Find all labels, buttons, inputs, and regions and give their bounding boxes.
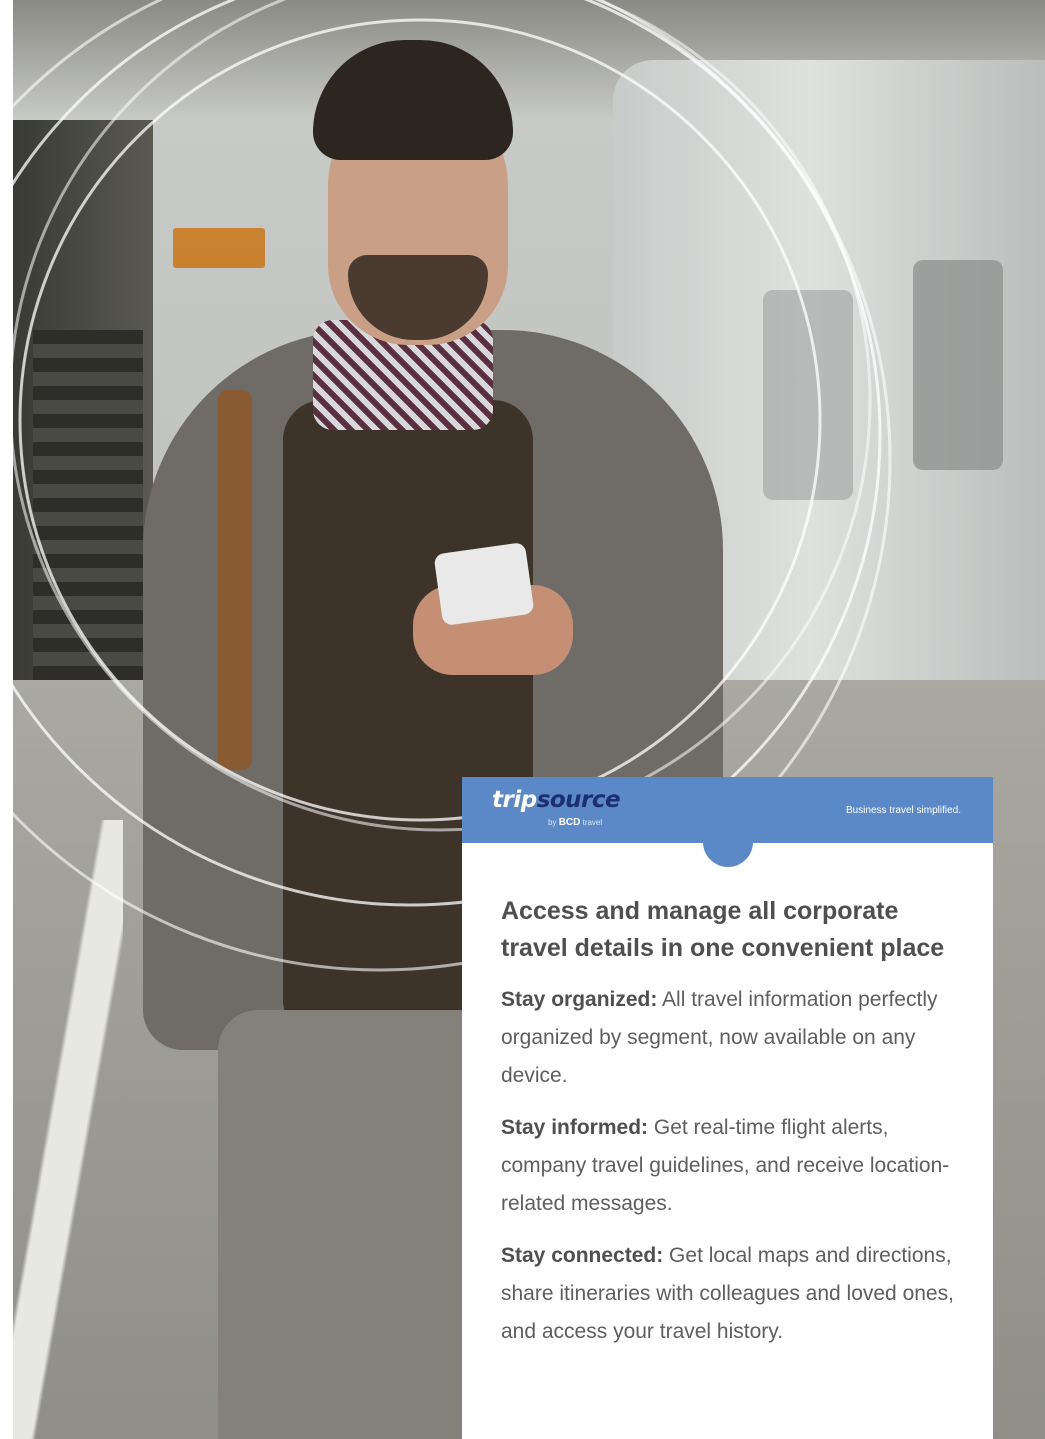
feature-lead: Stay organized: [501, 988, 658, 1011]
smartphone [433, 541, 535, 627]
feature-lead: Stay informed: [501, 1116, 649, 1139]
train-window [763, 290, 853, 500]
platform-line [13, 820, 123, 1439]
station-sign [173, 228, 265, 268]
tagline: Business travel simplified. [845, 805, 961, 816]
station-stairs [33, 330, 143, 690]
logo-trip-text: trip [492, 787, 537, 813]
feature-stay-informed: Stay informed: Get real-time flight aler… [501, 1109, 971, 1223]
bag-strap [218, 390, 252, 770]
promo-card: tripsource by BCD travel Business travel… [462, 777, 993, 1439]
page: tripsource by BCD travel Business travel… [0, 0, 1045, 1439]
feature-stay-connected: Stay connected: Get local maps and direc… [501, 1237, 971, 1351]
logo-bcd-text: BCD [558, 817, 581, 828]
train-window [913, 260, 1003, 470]
card-headline: Access and manage all corporate travel d… [501, 897, 945, 962]
tripsource-logo[interactable]: tripsource by BCD travel [492, 787, 621, 828]
logo-byline: by BCD travel [548, 818, 602, 828]
logo-source-text: source [536, 787, 621, 813]
feature-lead: Stay connected: [501, 1244, 664, 1267]
feature-stay-organized: Stay organized: All travel information p… [501, 981, 971, 1095]
card-body: Access and manage all corporate travel d… [501, 893, 971, 1365]
card-header: tripsource by BCD travel Business travel… [462, 777, 993, 867]
logo-by-text: by [548, 818, 557, 827]
logo-travel-text: travel [582, 818, 603, 827]
header-notch [703, 817, 753, 867]
